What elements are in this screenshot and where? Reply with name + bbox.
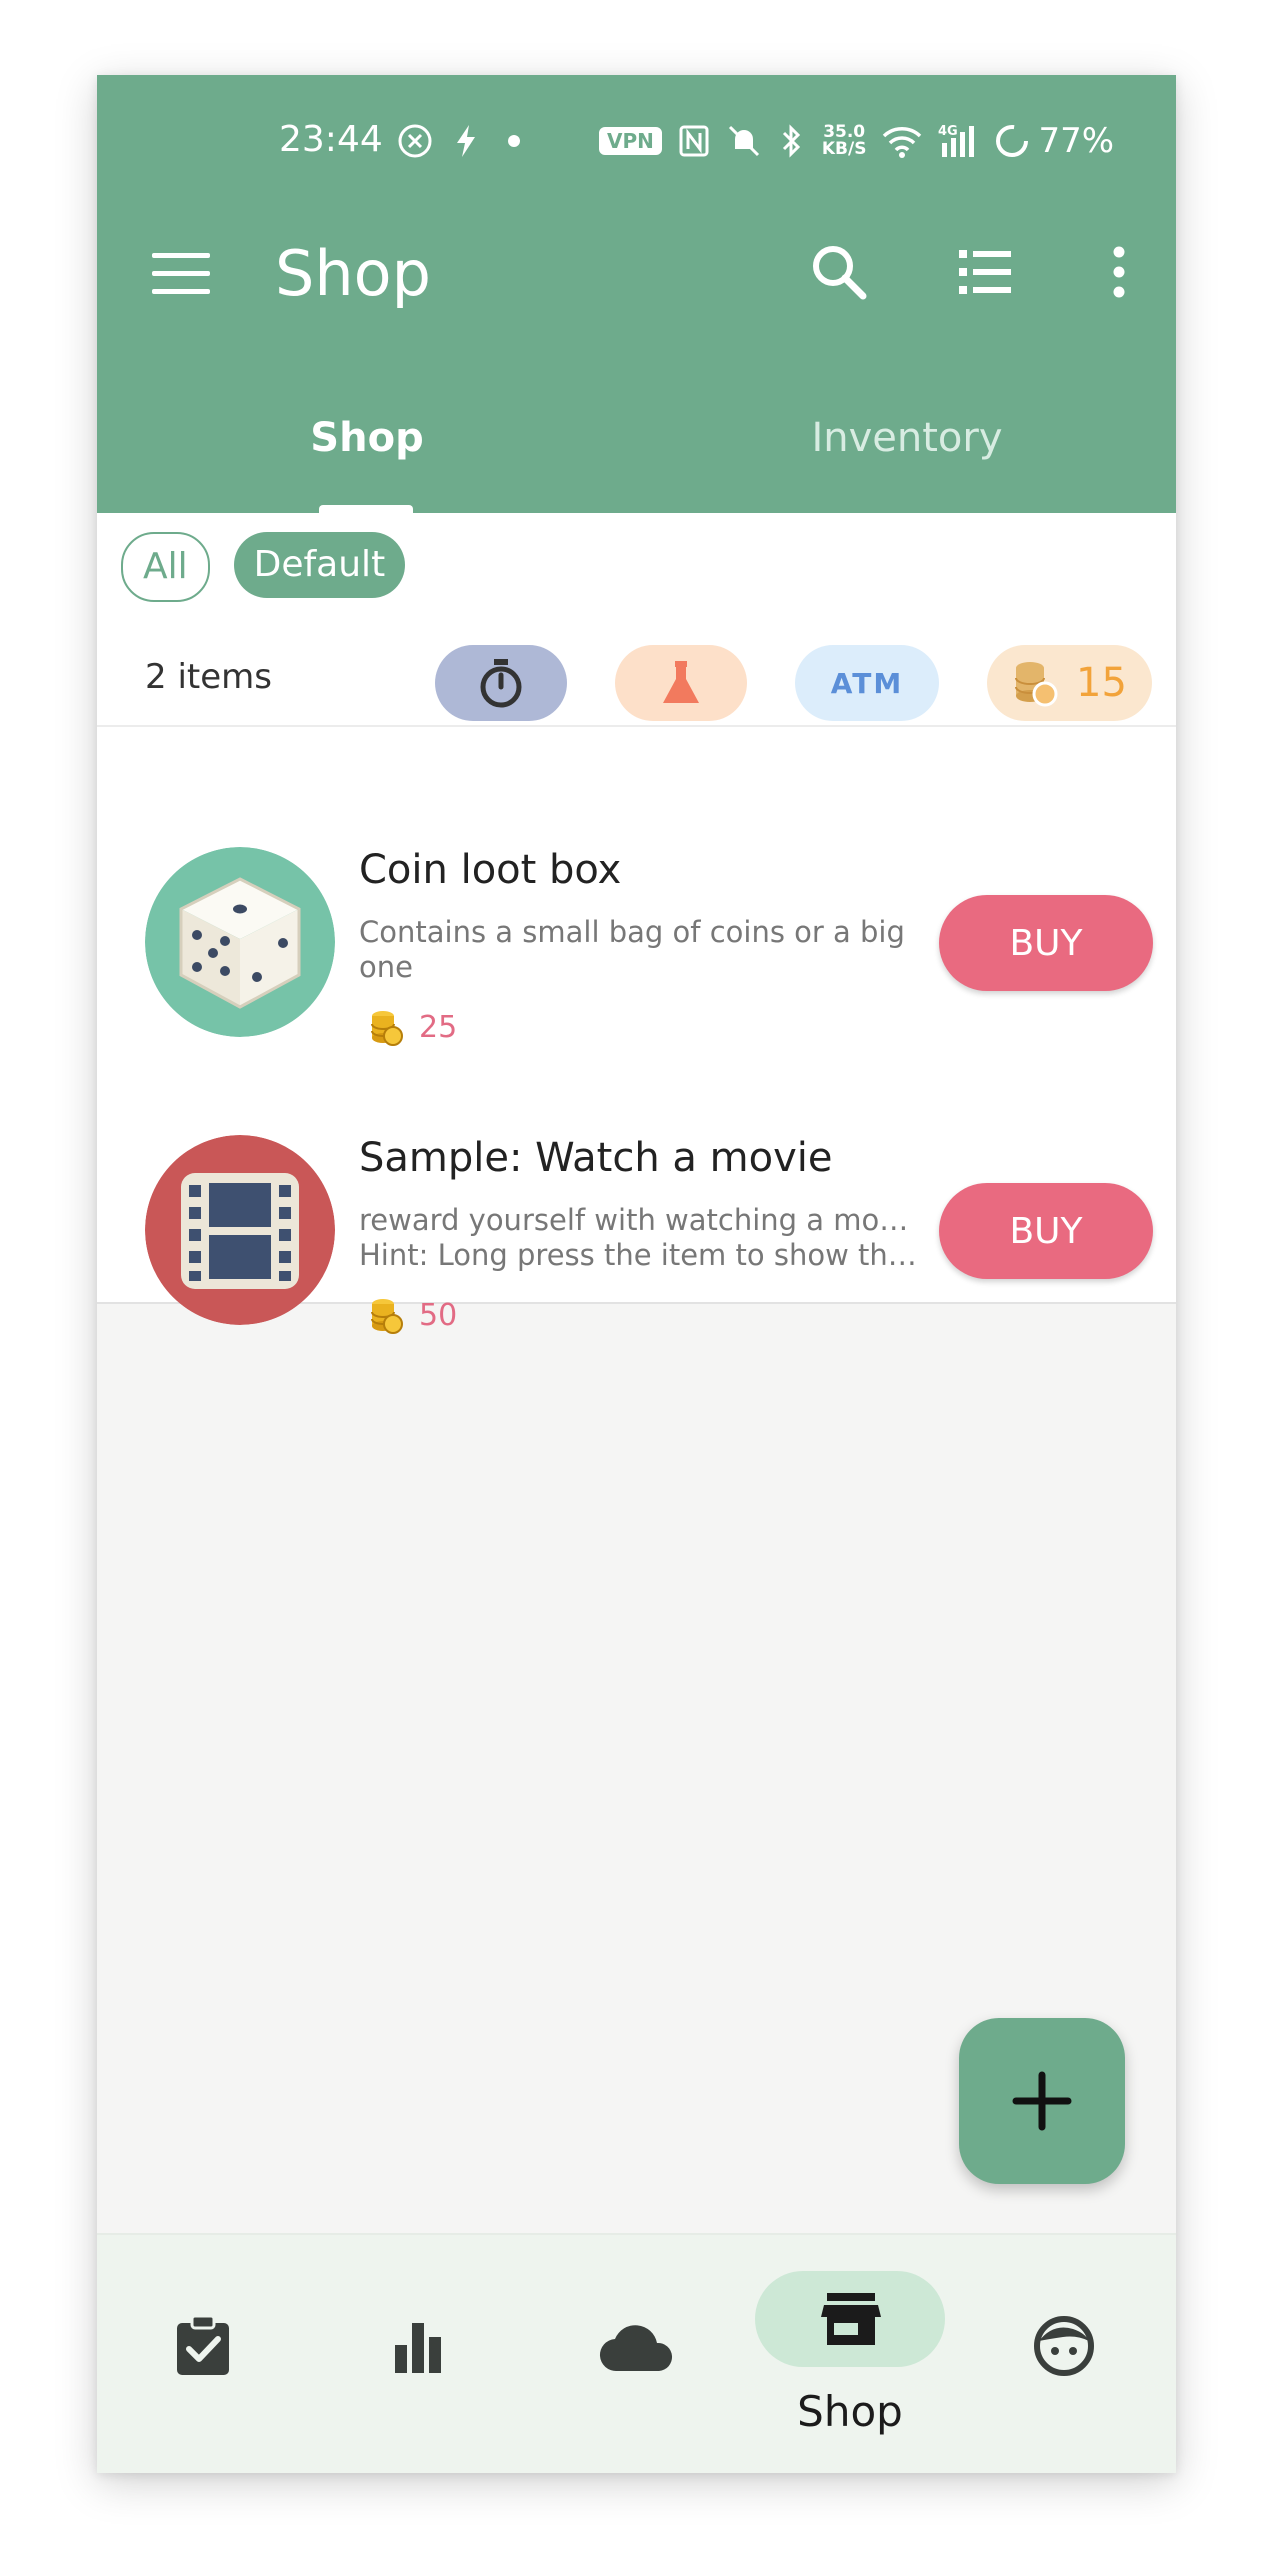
gold-balance[interactable]: 15: [987, 645, 1152, 721]
item-price: 50: [369, 1296, 457, 1334]
app-screen: 23:44 VPN 35.0 KB/S 4G 77% Shop Shop Inv…: [97, 75, 1176, 2473]
price-value: 50: [419, 1297, 458, 1333]
bottom-navigation: Shop: [97, 2233, 1176, 2473]
battery-icon: [996, 125, 1029, 157]
signal-icon: 4G: [938, 124, 975, 157]
tab-shop[interactable]: Shop: [97, 415, 637, 461]
net-speed: 35.0 KB/S: [821, 122, 867, 159]
atm-button[interactable]: ATM: [795, 645, 939, 721]
film-icon: [145, 1135, 335, 1325]
filter-chip-all[interactable]: All: [121, 532, 210, 602]
svg-text:4G: 4G: [938, 124, 958, 139]
dice-icon: [145, 847, 335, 1037]
vpn-badge: VPN: [599, 127, 662, 155]
gold-coin-icon: [371, 1299, 403, 1334]
filter-chips: All Default: [121, 532, 406, 602]
tasks-icon[interactable]: [173, 2313, 233, 2377]
dot-icon: [508, 135, 520, 147]
item-description: Contains a small bag of coins or a big o…: [359, 915, 905, 984]
timer-icon: [480, 659, 522, 708]
list-item[interactable]: Coin loot box Contains a small bag of co…: [97, 727, 1176, 1046]
bluetooth-icon: [782, 124, 800, 158]
coins-icon: [1015, 662, 1058, 707]
tab-indicator: [319, 505, 413, 513]
cloud-icon[interactable]: [599, 2323, 675, 2373]
more-vert-icon[interactable]: [1087, 240, 1151, 304]
wifi-icon: [883, 127, 922, 158]
potion-button[interactable]: [615, 645, 747, 721]
buy-button[interactable]: BUY: [939, 1183, 1153, 1279]
profile-icon[interactable]: [1033, 2315, 1095, 2377]
status-bar: 23:44 VPN 35.0 KB/S 4G 77%: [97, 119, 1176, 175]
add-item-button[interactable]: [959, 2018, 1125, 2184]
mute-icon: [728, 125, 759, 157]
tab-bar: Shop Inventory: [97, 415, 1176, 513]
nfc-icon: [679, 125, 709, 157]
item-title: Coin loot box: [359, 847, 622, 893]
app-bar: 23:44 VPN 35.0 KB/S 4G 77% Shop Shop Inv…: [97, 75, 1176, 513]
buy-button[interactable]: BUY: [939, 895, 1153, 991]
summary-row: 2 items ATM 15: [97, 633, 1176, 727]
filter-chip-default[interactable]: Default: [233, 532, 406, 598]
nav-label-shop[interactable]: Shop: [755, 2387, 945, 2436]
shop-icon[interactable]: [821, 2291, 881, 2349]
menu-icon[interactable]: [152, 253, 210, 297]
notification-icon: [398, 124, 432, 158]
tab-inventory[interactable]: Inventory: [637, 415, 1176, 461]
item-description: reward yourself with watching a movie Hi…: [359, 1203, 919, 1272]
shop-list: Coin loot box Contains a small bag of co…: [97, 727, 1176, 1334]
timer-button[interactable]: [435, 645, 567, 721]
potion-icon: [663, 661, 699, 703]
list-item[interactable]: Sample: Watch a movie reward yourself wi…: [97, 1013, 1176, 1334]
gold-amount: 15: [1076, 660, 1127, 706]
stats-icon[interactable]: [393, 2319, 443, 2375]
list-view-icon[interactable]: [953, 240, 1017, 304]
status-time: 23:44: [279, 119, 383, 160]
charging-icon: [457, 125, 475, 157]
items-count: 2 items: [145, 657, 272, 697]
plus-icon: [1012, 2071, 1072, 2131]
search-icon[interactable]: [807, 240, 871, 304]
item-title: Sample: Watch a movie: [359, 1135, 833, 1181]
battery-percent: 77%: [1038, 121, 1115, 161]
page-title: Shop: [275, 237, 431, 310]
